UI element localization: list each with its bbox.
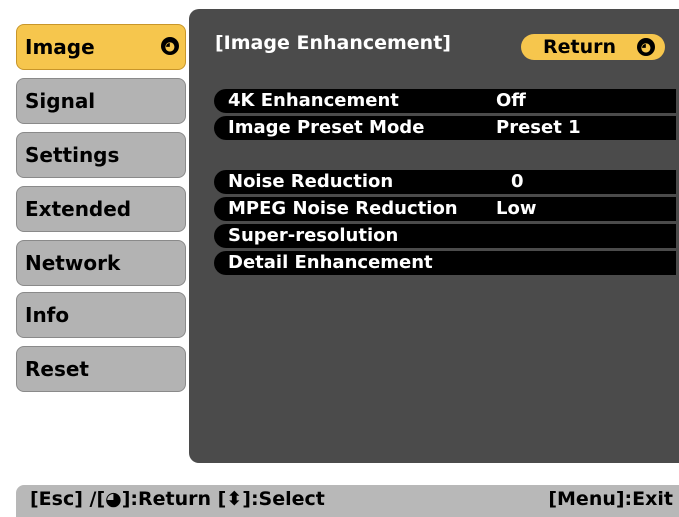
sidebar-item-reset[interactable]: Reset [16, 346, 186, 392]
sidebar-item-info[interactable]: Info [16, 292, 186, 338]
sidebar-item-label: Info [25, 303, 70, 327]
setting-label: Detail Enhancement [228, 252, 433, 273]
footer-exit: [Menu]:Exit [548, 488, 673, 510]
setting-value: Low [496, 198, 537, 219]
sidebar-item-signal[interactable]: Signal [16, 78, 186, 124]
enter-icon: ◕ [161, 37, 179, 55]
footer-help: [Esc] /[◕]:Return [⬍]:Select [30, 488, 325, 510]
setting-row[interactable]: Detail Enhancement [214, 251, 676, 275]
footer-bar: [Esc] /[◕]:Return [⬍]:Select [Menu]:Exit [16, 485, 679, 517]
sidebar-item-label: Reset [25, 357, 89, 381]
setting-row[interactable]: Image Preset Mode Preset 1 [214, 116, 676, 140]
setting-row[interactable]: 4K Enhancement Off [214, 89, 676, 113]
sidebar-item-label: Settings [25, 143, 120, 167]
setting-label: Image Preset Mode [228, 117, 425, 138]
setting-row[interactable]: Super-resolution [214, 224, 676, 248]
sidebar-item-network[interactable]: Network [16, 240, 186, 286]
setting-value: 0 [511, 171, 524, 192]
sidebar-item-label: Network [25, 251, 121, 275]
setting-value: Off [496, 90, 526, 111]
setting-row[interactable]: Noise Reduction 0 [214, 170, 676, 194]
setting-label: Noise Reduction [228, 171, 394, 192]
setting-label: 4K Enhancement [228, 90, 399, 111]
return-label: Return [543, 36, 617, 58]
sidebar-item-settings[interactable]: Settings [16, 132, 186, 178]
page-title: [Image Enhancement] [215, 32, 451, 54]
sidebar-item-label: Extended [25, 197, 132, 221]
setting-label: MPEG Noise Reduction [228, 198, 458, 219]
setting-row[interactable]: MPEG Noise Reduction Low [214, 197, 676, 221]
return-button[interactable]: Return ◕ [521, 34, 665, 60]
setting-value: Preset 1 [496, 117, 581, 138]
sidebar-item-label: Image [25, 35, 95, 59]
sidebar-item-image[interactable]: Image ◕ [16, 24, 186, 70]
setting-label: Super-resolution [228, 225, 399, 246]
enter-icon: ◕ [637, 38, 655, 56]
sidebar-item-extended[interactable]: Extended [16, 186, 186, 232]
sidebar-item-label: Signal [25, 89, 96, 113]
